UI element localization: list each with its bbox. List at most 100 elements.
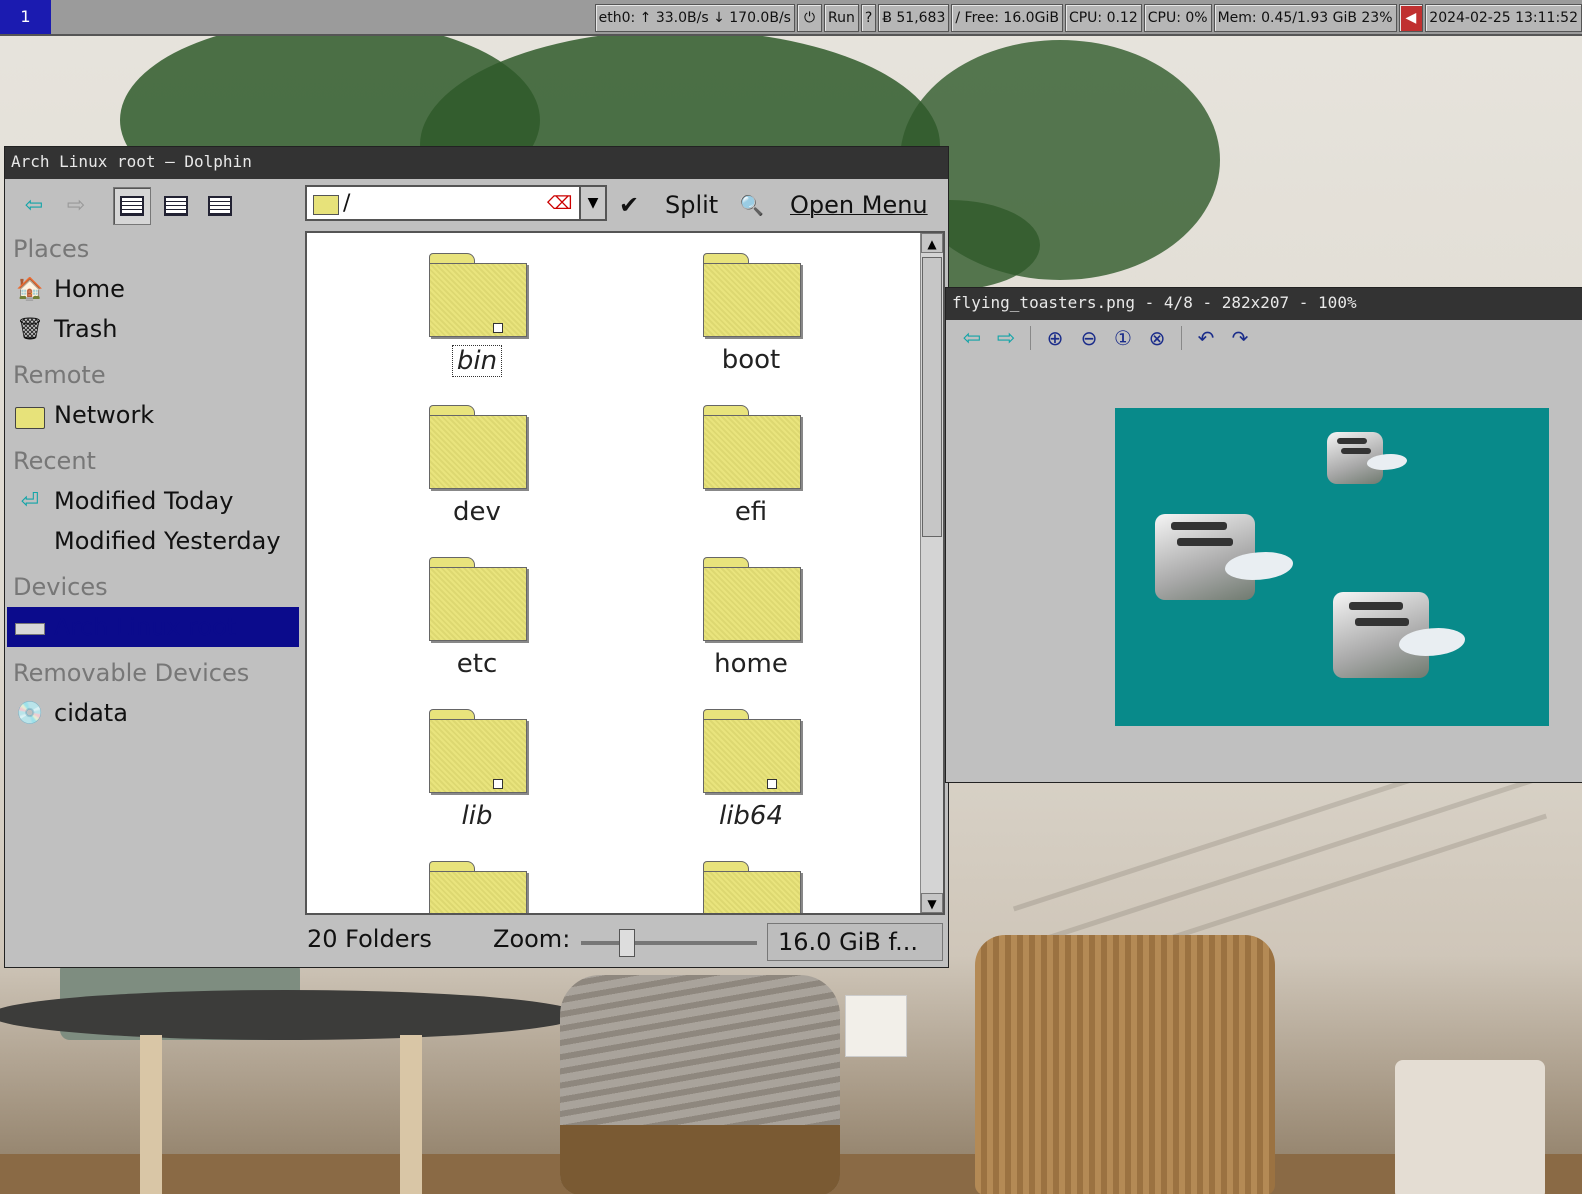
folder-count: 20 Folders — [307, 925, 432, 953]
file-item[interactable] — [377, 861, 577, 913]
file-view[interactable]: bin boot dev efi etc home lib lib64 ▲ ▼ — [305, 231, 945, 915]
wall-socket — [845, 995, 907, 1057]
file-item[interactable]: home — [651, 557, 851, 679]
folder-icon — [429, 709, 527, 793]
bitcoin-price: Ƀ 51,683 — [878, 4, 950, 32]
speaker-muted-icon[interactable]: ◀ — [1398, 4, 1424, 32]
file-name: etc — [456, 649, 498, 679]
toaster-sprite — [1327, 428, 1407, 488]
zoom-fit-icon[interactable]: ⊗ — [1143, 324, 1171, 352]
scroll-up-icon[interactable]: ▲ — [921, 233, 943, 253]
details-view-button[interactable] — [201, 187, 239, 225]
viewer-toolbar: ⇦ ⇨ ⊕ ⊖ ① ⊗ ↶ ↷ — [946, 320, 1582, 356]
places-item-modified-yesterday[interactable]: Modified Yesterday — [7, 521, 299, 561]
places-section-title: Places — [13, 235, 90, 263]
image-viewer-window: flying_toasters.png - 4/8 - 282x207 - 10… — [945, 287, 1582, 783]
rotate-left-icon[interactable]: ↶ — [1192, 324, 1220, 352]
file-item[interactable]: lib — [377, 709, 577, 831]
file-item[interactable]: efi — [651, 405, 851, 527]
forward-arrow-icon[interactable]: ⇨ — [59, 187, 93, 223]
zoom-out-icon[interactable]: ⊖ — [1075, 324, 1103, 352]
zoom-original-icon[interactable]: ① — [1109, 324, 1137, 352]
places-item-label: Modified Today — [54, 487, 234, 515]
viewer-title[interactable]: flying_toasters.png - 4/8 - 282x207 - 10… — [946, 288, 1582, 320]
next-image-icon[interactable]: ⇨ — [992, 324, 1020, 352]
recent-section-title: Recent — [13, 447, 96, 475]
clock[interactable]: 2024-02-25 13:11:52 — [1425, 4, 1582, 32]
icons-view-button[interactable] — [113, 187, 151, 225]
cpu-usage: CPU: 0% — [1143, 4, 1212, 32]
places-item-cidata[interactable]: 💿 cidata — [7, 693, 299, 733]
rotate-right-icon[interactable]: ↷ — [1226, 324, 1254, 352]
file-item[interactable]: lib64 — [651, 709, 851, 831]
power-icon[interactable]: ⏻ — [796, 4, 823, 32]
apply-location-button[interactable]: ✔ — [619, 187, 639, 223]
scrollbar-thumb[interactable] — [922, 257, 942, 537]
places-item-arch-linux-root[interactable]: Arch Linux root — [7, 607, 299, 647]
places-panel: Places 🏠 Home 🗑 Trash Remote Network Rec… — [7, 229, 299, 965]
zoom-slider-handle[interactable] — [619, 929, 635, 957]
search-icon[interactable]: 🔍 — [739, 187, 764, 223]
file-item[interactable] — [651, 861, 851, 913]
places-item-label: cidata — [54, 699, 128, 727]
network-monitor[interactable]: eth0: ↑ 33.0B/s ↓ 170.0B/s — [594, 4, 795, 32]
status-bar: 20 Folders Zoom: 16.0 GiB f... — [305, 919, 945, 963]
cpu-load: CPU: 0.12 — [1064, 4, 1142, 32]
location-path[interactable]: / — [343, 191, 350, 216]
dolphin-window: Arch Linux root — Dolphin ⇦ ⇨ / ⌫ ▼ ✔ Sp… — [4, 146, 949, 968]
icons-view-icon — [120, 196, 144, 216]
file-item[interactable]: bin — [377, 253, 577, 377]
folder-icon — [703, 253, 801, 337]
compact-view-button[interactable] — [157, 187, 195, 225]
wicker-basket — [975, 935, 1275, 1194]
folder-icon — [703, 405, 801, 489]
zoom-slider[interactable] — [581, 941, 757, 945]
compact-view-icon — [164, 196, 188, 216]
places-item-modified-today[interactable]: ⏎ Modified Today — [7, 481, 299, 521]
disk-free: / Free: 16.0GiB — [951, 4, 1063, 32]
folder-icon — [429, 861, 527, 913]
network-folder-icon — [15, 407, 45, 429]
file-name: bin — [451, 345, 503, 377]
home-icon: 🏠 — [16, 277, 44, 302]
help-button[interactable]: ? — [860, 4, 877, 32]
symlink-badge-icon — [493, 779, 503, 789]
places-item-home[interactable]: 🏠 Home — [7, 269, 299, 309]
location-bar[interactable]: / ⌫ ▼ — [305, 185, 607, 221]
file-item[interactable]: dev — [377, 405, 577, 527]
places-item-label: Arch Linux root — [54, 613, 237, 641]
run-button[interactable]: Run — [824, 4, 859, 32]
split-button[interactable]: Split — [665, 187, 718, 223]
file-item[interactable]: etc — [377, 557, 577, 679]
memory-usage: Mem: 0.45/1.93 GiB 23% — [1213, 4, 1397, 32]
trash-icon: 🗑 — [16, 317, 44, 342]
scroll-down-icon[interactable]: ▼ — [921, 893, 943, 913]
workspace-indicator[interactable]: 1 — [0, 0, 51, 34]
zoom-in-icon[interactable]: ⊕ — [1041, 324, 1069, 352]
free-space-button[interactable]: 16.0 GiB f... — [767, 923, 943, 961]
optical-disc-icon: 💿 — [16, 701, 44, 726]
places-item-trash[interactable]: 🗑 Trash — [7, 309, 299, 349]
previous-image-icon[interactable]: ⇦ — [958, 324, 986, 352]
removable-section-title: Removable Devices — [13, 659, 250, 687]
clear-icon[interactable]: ⌫ — [547, 193, 572, 214]
folder-icon — [429, 405, 527, 489]
recent-icon: ⏎ — [20, 489, 40, 514]
folder-icon — [703, 709, 801, 793]
file-item[interactable]: boot — [651, 253, 851, 375]
file-name: boot — [721, 345, 781, 375]
vertical-scrollbar[interactable]: ▲ ▼ — [920, 233, 943, 913]
flying-toasters-image — [1115, 408, 1549, 726]
flower-vase — [1395, 1060, 1545, 1194]
devices-section-title: Devices — [13, 573, 108, 601]
toaster-sprite — [1155, 508, 1295, 608]
open-menu-button[interactable]: Open Menu — [790, 187, 928, 223]
back-arrow-icon[interactable]: ⇦ — [17, 187, 51, 223]
window-title[interactable]: Arch Linux root — Dolphin — [5, 147, 948, 179]
places-item-network[interactable]: Network — [7, 395, 299, 435]
chevron-down-icon[interactable]: ▼ — [579, 187, 605, 219]
symlink-badge-icon — [767, 779, 777, 789]
file-name: home — [714, 649, 788, 679]
folder-icon — [429, 253, 527, 337]
toaster-sprite — [1333, 586, 1465, 686]
